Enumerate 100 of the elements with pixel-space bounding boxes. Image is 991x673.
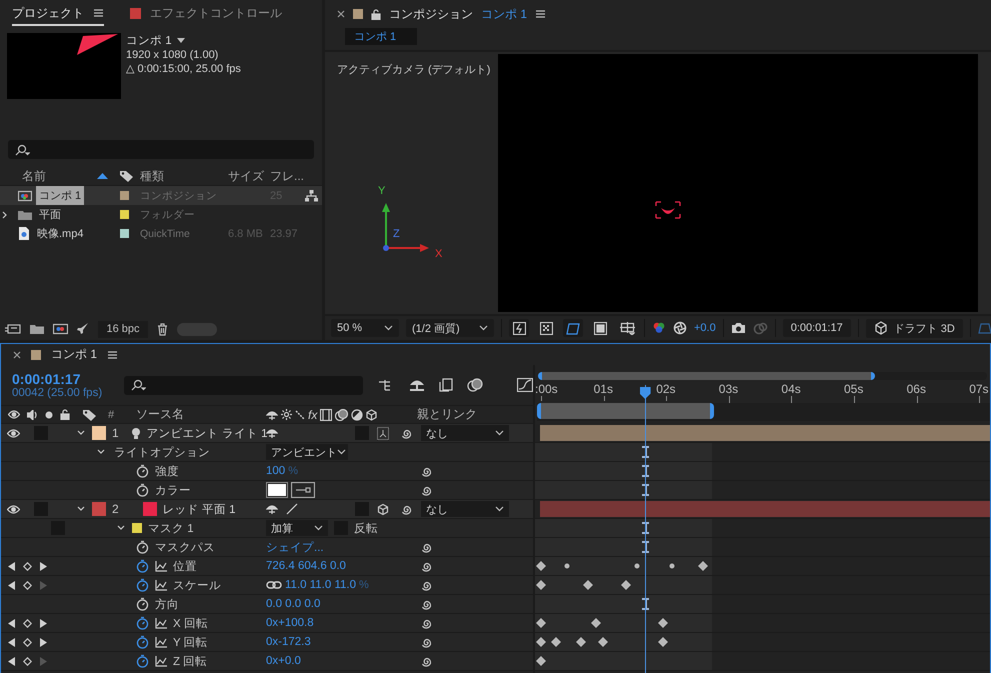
pickwhip-spiral-icon[interactable] [421,484,432,496]
aperture-icon[interactable] [673,321,687,335]
source-name-column-header[interactable]: ソース名 [136,406,184,423]
property-value[interactable]: 0x-172.3 [266,636,311,648]
menu-icon[interactable] [93,8,104,18]
pickwhip-spiral-icon[interactable] [421,636,432,648]
column-header[interactable]: フレ... [270,168,305,184]
column-header[interactable]: 種類 [140,168,228,184]
next-keyframe-icon[interactable] [39,618,47,628]
sort-arrow-icon[interactable] [97,173,108,179]
project-item-row[interactable]: 平面 フォルダー [0,205,322,224]
guides-button[interactable] [617,319,637,337]
shy-icon[interactable] [266,428,278,438]
eye-icon[interactable] [7,428,20,438]
previous-keyframe-icon[interactable] [8,618,16,628]
zoom-dropdown[interactable]: 50 % [331,319,399,337]
add-keyframe-icon[interactable] [23,618,32,628]
label-color-swatch[interactable] [120,191,129,200]
menu-icon[interactable] [107,350,118,360]
label-color-swatch[interactable] [120,229,129,238]
renderer-button[interactable]: ドラフト 3D [866,318,963,338]
stopwatch-icon[interactable] [136,578,149,592]
layer-row[interactable]: 1 アンビエント ライト 1 なし [1,424,533,443]
graph-icon[interactable] [155,618,167,628]
keyframe[interactable] [536,637,546,647]
property-row[interactable]: スケール 11.0 11.0 11.0 % [1,576,533,595]
label-color-swatch[interactable] [120,210,129,219]
stopwatch-icon[interactable] [136,597,149,611]
stopwatch-icon[interactable] [136,540,149,554]
property-value[interactable]: 11.0 11.0 11.0 [285,579,356,591]
add-keyframe-icon[interactable] [23,580,32,590]
property-value[interactable]: シェイプ... [266,540,324,554]
close-icon[interactable] [337,10,345,18]
graph-editor-icon[interactable] [517,378,533,392]
property-value[interactable]: 0x+0.0 [266,655,301,667]
circles-icon[interactable] [467,378,483,392]
interpret-footage-icon[interactable] [5,323,21,335]
add-keyframe-icon[interactable] [23,656,32,666]
label-color-swatch[interactable] [92,502,106,516]
mask-visibility-button[interactable] [563,319,583,337]
pickwhip-spiral-icon[interactable] [401,504,412,514]
label-color-swatch[interactable] [92,426,106,440]
property-row[interactable]: マスクパス シェイプ... [1,538,533,557]
eyedropper-icon[interactable] [291,482,315,498]
folder-icon[interactable] [30,323,44,335]
add-keyframe-icon[interactable] [23,562,32,570]
menu-icon[interactable] [535,9,546,19]
color-swatch[interactable] [266,482,288,498]
previous-keyframe-icon[interactable] [8,656,16,666]
property-row[interactable]: カラー [1,481,533,500]
keyframe[interactable] [658,618,668,628]
light-transform-icon[interactable] [377,426,389,440]
bit-depth-button[interactable]: 16 bpc [98,320,148,338]
next-keyframe-icon[interactable] [39,562,47,570]
pickwhip-spiral-icon[interactable] [421,598,432,610]
stopwatch-icon[interactable] [136,483,149,497]
layer-row[interactable]: 2 レッド 平面 1 なし [1,500,533,519]
parent-dropdown[interactable]: なし [421,501,509,517]
current-time-field[interactable]: 0:00:01:17 [782,319,851,337]
property-row[interactable]: 位置 726.4 604.6 0.0 [1,557,533,576]
panel-tab[interactable]: エフェクトコントロール [130,2,282,26]
stopwatch-icon[interactable] [136,559,149,573]
current-timecode[interactable]: 0:00:01:17 [12,371,124,387]
roving-keyframe[interactable] [666,561,676,571]
parent-column-header[interactable]: 親とリンク [417,406,477,423]
quality-slash-icon[interactable] [286,503,298,515]
flowchart-icon[interactable] [305,190,318,202]
stopwatch-icon[interactable] [136,464,149,478]
mask-color-swatch[interactable] [132,523,142,533]
trash-icon[interactable] [157,322,168,336]
column-header[interactable]: サイズ [228,168,270,184]
keyframe[interactable] [536,580,546,590]
new-composition-icon[interactable] [53,323,68,335]
column-header[interactable]: 名前 [22,168,46,184]
3d-cube-icon[interactable] [377,502,389,516]
keyframe[interactable] [536,618,546,628]
pickwhip-spiral-icon[interactable] [421,618,432,628]
panel-tab[interactable]: プロジェクト [12,2,104,26]
pickwhip-spiral-icon[interactable] [421,542,432,552]
camera-icon[interactable] [730,322,746,334]
mask-mode-dropdown[interactable]: 加算 [266,520,328,536]
next-keyframe-icon[interactable] [39,638,47,646]
comp-tab[interactable]: コンポ 1 [345,28,417,45]
graph-icon[interactable] [155,560,167,572]
playhead-line[interactable] [644,385,646,673]
pickwhip-spiral-icon[interactable] [421,656,432,666]
stopwatch-icon[interactable] [136,616,149,630]
shy-icon[interactable] [266,504,278,514]
graph-icon[interactable] [155,656,167,666]
shy-icon[interactable] [409,379,425,391]
search-field[interactable] [8,140,314,159]
graph-icon[interactable] [155,636,167,648]
pickwhip-spiral-icon[interactable] [421,560,432,572]
roving-keyframe[interactable] [562,561,572,571]
property-value[interactable]: 0.0 0.0 0.0 [266,598,320,610]
keyframe[interactable] [536,561,546,571]
previous-keyframe-icon[interactable] [8,580,16,590]
stopwatch-icon[interactable] [136,654,149,668]
close-icon[interactable] [13,350,21,358]
keyframe[interactable] [583,580,594,590]
